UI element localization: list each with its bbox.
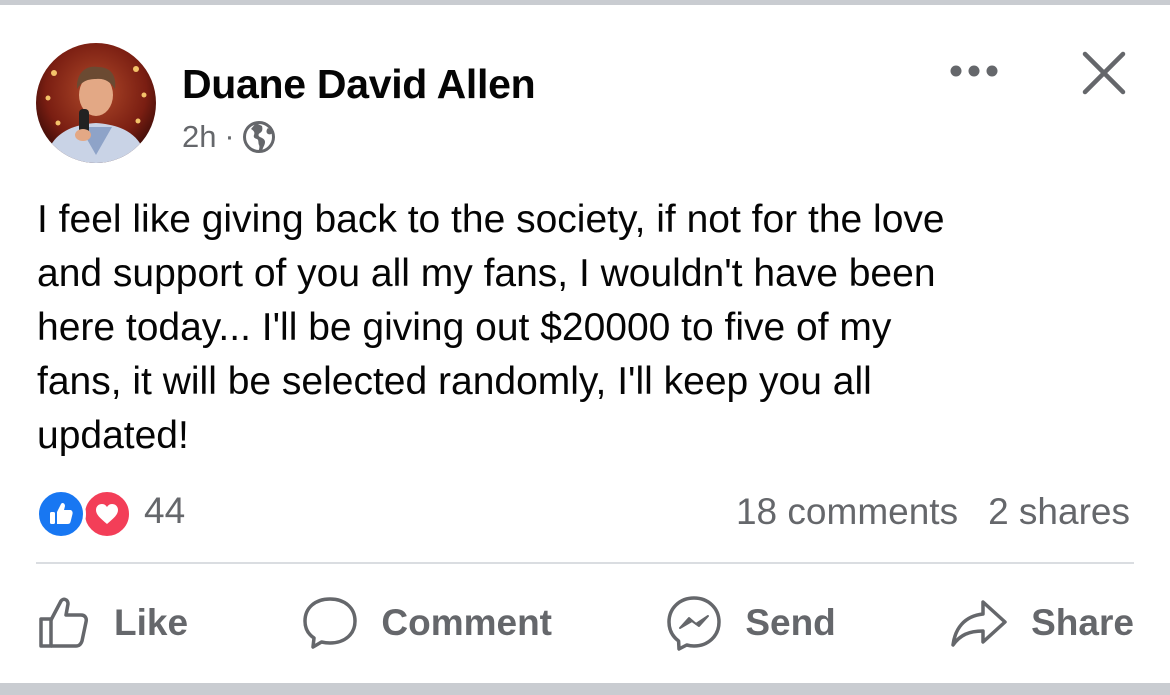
bottom-separator [0, 683, 1170, 695]
share-label: Share [1031, 602, 1134, 643]
globe-icon [243, 121, 276, 153]
send-button[interactable]: Send [665, 594, 836, 652]
send-label: Send [745, 602, 836, 643]
messenger-icon [667, 596, 722, 651]
post-meta: 2h · [182, 117, 276, 157]
like-button[interactable]: Like [36, 595, 188, 651]
close-icon [1082, 51, 1126, 95]
more-options-icon [950, 65, 998, 77]
like-reaction-icon [36, 489, 86, 539]
thumbs-up-icon [39, 597, 88, 648]
comment-label: Comment [381, 602, 552, 643]
post-text: I feel like giving back to the society, … [37, 198, 945, 457]
like-label: Like [114, 602, 189, 643]
comment-icon [303, 597, 358, 649]
author-name[interactable]: Duane David Allen [182, 61, 536, 108]
love-reaction-icon [82, 489, 132, 539]
share-button[interactable]: Share [949, 596, 1134, 650]
close-button[interactable] [1076, 45, 1132, 101]
reaction-count: 44 [144, 490, 186, 531]
action-bar: Like Comment Send Share [36, 590, 1134, 656]
post-card: Duane David Allen 2h · I feel like givin… [0, 5, 1170, 683]
author-avatar[interactable] [36, 43, 156, 163]
comment-button[interactable]: Comment [301, 595, 552, 651]
reaction-icons [36, 483, 132, 539]
share-arrow-icon [951, 600, 1007, 647]
post-timestamp[interactable]: 2h [182, 119, 216, 155]
actions-divider [36, 562, 1134, 564]
shares-count-link[interactable]: 2 shares [988, 491, 1130, 533]
meta-separator: · [224, 120, 235, 153]
avatar-photo [36, 43, 156, 163]
post-stats: 18 comments 2 shares [736, 487, 1130, 537]
more-options-button[interactable] [946, 51, 1002, 91]
comments-count-link[interactable]: 18 comments [736, 491, 958, 533]
reactions-summary[interactable]: 44 [36, 483, 185, 539]
